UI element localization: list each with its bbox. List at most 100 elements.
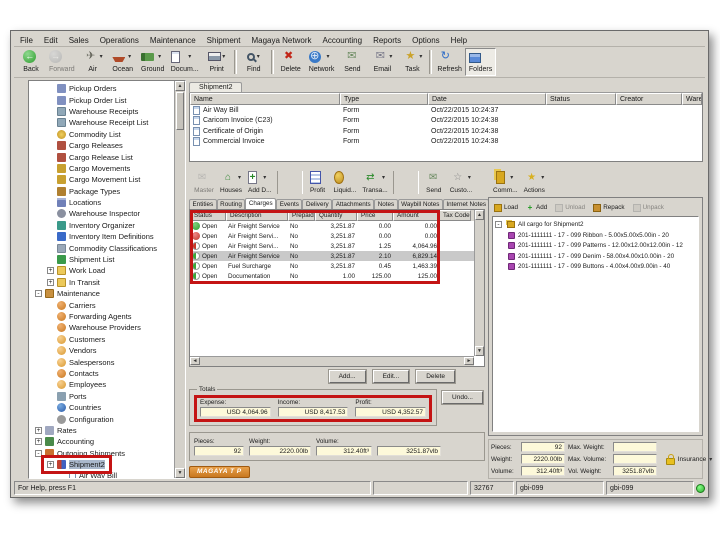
- tree-item[interactable]: Cargo Movements: [45, 163, 133, 174]
- charge-row[interactable]: Open Air Freight Service No 3,251.87 2.1…: [190, 251, 484, 261]
- column-header[interactable]: Price: [357, 210, 393, 221]
- dropdown-arrow-icon[interactable]: ▾: [541, 174, 545, 181]
- tree-item[interactable]: + Accounting: [33, 436, 97, 447]
- tree-item[interactable]: Countries: [45, 402, 104, 413]
- dropdown-arrow-icon[interactable]: ▾: [128, 53, 133, 60]
- scrollbar-thumb[interactable]: [176, 92, 184, 130]
- charges-horizontal-scrollbar[interactable]: [190, 356, 474, 366]
- column-header[interactable]: Creator: [616, 93, 682, 105]
- cargo-action-button[interactable]: Unload: [555, 203, 585, 212]
- toolbar-button[interactable]: ▾ Comm...: [490, 169, 521, 196]
- cargo-action-button[interactable]: Load: [494, 203, 518, 212]
- charges-tab[interactable]: Internet Notes: [442, 199, 490, 209]
- tree-item[interactable]: Ports: [45, 391, 90, 402]
- tree-item[interactable]: Shipment List: [45, 254, 117, 265]
- menu-item[interactable]: File: [20, 36, 33, 45]
- charge-row[interactable]: Open Air Freight Servi... No 3,251.87 1.…: [190, 241, 484, 251]
- edit-charge-button[interactable]: Edit...: [372, 370, 410, 383]
- undo-button[interactable]: Undo...: [442, 391, 483, 404]
- tree-item[interactable]: Commodity Classifications: [45, 242, 160, 253]
- scroll-up-icon[interactable]: [475, 210, 484, 220]
- dropdown-arrow-icon[interactable]: ▾: [468, 174, 472, 181]
- tree-item[interactable]: + Work Load: [45, 265, 108, 276]
- toolbar-button[interactable]: Send: [421, 169, 447, 196]
- scroll-down-icon[interactable]: [175, 468, 185, 478]
- toolbar-button[interactable]: ▾ Add D...: [245, 169, 274, 196]
- tree-item[interactable]: Pickup Orders: [45, 83, 120, 94]
- dropdown-arrow-icon[interactable]: ▾: [510, 174, 517, 181]
- toolbar-button[interactable]: ▾ Ground: [138, 48, 168, 76]
- toolbar-button[interactable]: ▾ Network: [306, 48, 338, 76]
- toolbar-button[interactable]: [392, 171, 419, 194]
- column-header[interactable]: Tax Code: [439, 210, 471, 221]
- charges-tab[interactable]: Routing: [216, 199, 246, 209]
- tree-item[interactable]: - Maintenance: [33, 288, 103, 299]
- tree-expander-icon[interactable]: +: [47, 267, 54, 275]
- tree-item[interactable]: Air Way Bill: [57, 470, 120, 478]
- tree-expander-icon[interactable]: -: [35, 449, 42, 457]
- charge-row[interactable]: Open Air Freight Servi... No 3,251.87 0.…: [190, 231, 484, 241]
- column-header[interactable]: Prepaid: [288, 210, 315, 221]
- toolbar-button[interactable]: ▾ Actions: [521, 169, 548, 196]
- tree-expander-icon[interactable]: +: [35, 426, 42, 434]
- tree-item[interactable]: Customers: [45, 334, 108, 345]
- add-charge-button[interactable]: Add...: [328, 370, 366, 383]
- tree-item[interactable]: Forwarding Agents: [45, 311, 135, 322]
- toolbar-button[interactable]: ▾ Houses: [217, 169, 245, 196]
- column-header[interactable]: Status: [546, 93, 616, 105]
- toolbar-button[interactable]: ▾ Transa...: [359, 169, 390, 196]
- toolbar-button[interactable]: ▾ Task: [397, 48, 427, 76]
- tree-scrollbar[interactable]: [174, 81, 185, 478]
- toolbar-button[interactable]: [429, 50, 433, 74]
- document-row[interactable]: Certificate of Origin Form Oct/22/2015 1…: [190, 126, 702, 137]
- toolbar-button[interactable]: ▾ Custo...: [447, 169, 475, 196]
- menu-item[interactable]: Edit: [44, 36, 58, 45]
- insurance-button[interactable]: Insurance ▾: [657, 453, 720, 465]
- tree-item[interactable]: Commodity List: [45, 129, 124, 140]
- column-header[interactable]: Name: [190, 93, 340, 105]
- toolbar-button[interactable]: ▾ Email: [367, 48, 397, 76]
- charges-tab[interactable]: Delivery: [302, 199, 333, 209]
- toolbar-button[interactable]: ▾ Find: [239, 48, 269, 76]
- toolbar-button[interactable]: Master: [191, 169, 217, 196]
- dropdown-arrow-icon[interactable]: ▾: [188, 53, 199, 60]
- toolbar-button[interactable]: Back: [16, 48, 46, 76]
- tree-item[interactable]: Contacts: [45, 368, 102, 379]
- toolbar-button[interactable]: Forward: [46, 48, 78, 76]
- delete-charge-button[interactable]: Delete: [416, 370, 455, 383]
- scroll-down-icon[interactable]: [475, 346, 484, 356]
- menu-item[interactable]: Magaya Network: [251, 36, 311, 45]
- dropdown-arrow-icon[interactable]: ▾: [382, 174, 388, 181]
- toolbar-button[interactable]: Delete: [276, 48, 306, 76]
- menu-item[interactable]: Options: [412, 36, 440, 45]
- charges-tab[interactable]: Notes: [374, 199, 398, 209]
- scroll-right-icon[interactable]: [464, 357, 474, 365]
- cargo-action-button[interactable]: Repack: [593, 203, 625, 212]
- tree-item[interactable]: Cargo Releases: [45, 140, 126, 151]
- column-header[interactable]: Date: [428, 93, 546, 105]
- document-tab[interactable]: Shipment2: [189, 82, 243, 92]
- menu-item[interactable]: Shipment: [207, 36, 241, 45]
- tree-item[interactable]: Cargo Movement List: [45, 174, 143, 185]
- charges-tab[interactable]: Attachments: [332, 199, 375, 209]
- toolbar-button[interactable]: ▾ Air: [78, 48, 108, 76]
- tree-item[interactable]: Vendors: [45, 345, 100, 356]
- column-header[interactable]: Description: [226, 210, 288, 221]
- cargo-item[interactable]: 201-1111111 - 17 - 099 Buttons - 4.00x4.…: [508, 262, 696, 273]
- charge-row[interactable]: Open Air Freight Service No 3,251.87 0.0…: [190, 221, 484, 231]
- toolbar-button[interactable]: ▾ Print: [202, 48, 232, 76]
- charges-tab[interactable]: Charges: [245, 198, 277, 209]
- charge-row[interactable]: Open Documentation No 1.00 125.00 125.00: [190, 271, 484, 281]
- tree-item[interactable]: Inventory Item Definitions: [45, 231, 157, 242]
- charges-tab[interactable]: Events: [276, 199, 303, 209]
- column-header[interactable]: Status: [190, 210, 226, 221]
- cargo-item[interactable]: 201-1111111 - 17 - 099 Patterns - 12.00x…: [508, 241, 696, 252]
- toolbar-button[interactable]: ▾ Docum...: [168, 48, 202, 76]
- dropdown-arrow-icon[interactable]: ▾: [158, 53, 164, 60]
- tree-item[interactable]: Locations: [45, 197, 104, 208]
- dropdown-arrow-icon[interactable]: ▾: [100, 53, 103, 60]
- tree-expander-icon[interactable]: +: [35, 438, 42, 446]
- cargo-item[interactable]: 201-1111111 - 17 - 099 Denim - 58.00x4.0…: [508, 251, 696, 262]
- cargo-root-node[interactable]: - All cargo for Shipment2: [495, 219, 696, 230]
- toolbar-button[interactable]: Liquid...: [331, 169, 360, 196]
